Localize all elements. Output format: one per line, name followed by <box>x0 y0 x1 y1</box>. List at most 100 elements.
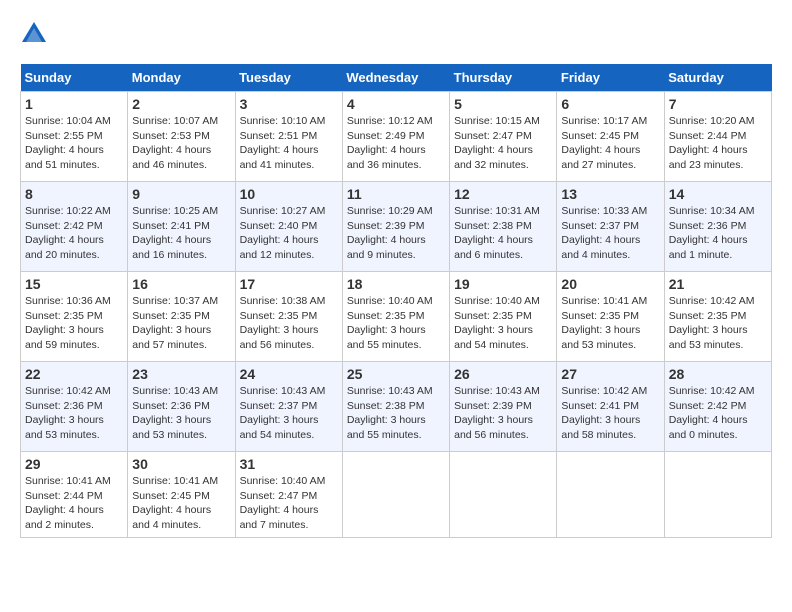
day-number: 14 <box>669 186 767 202</box>
day-number: 31 <box>240 456 338 472</box>
header-sunday: Sunday <box>21 64 128 92</box>
day-number: 2 <box>132 96 230 112</box>
day-info: Sunrise: 10:27 AMSunset: 2:40 PMDaylight… <box>240 204 338 263</box>
day-info: Sunrise: 10:20 AMSunset: 2:44 PMDaylight… <box>669 114 767 173</box>
calendar-cell: 15 Sunrise: 10:36 AMSunset: 2:35 PMDaylig… <box>21 272 128 362</box>
day-info: Sunrise: 10:40 AMSunset: 2:35 PMDaylight… <box>347 294 445 353</box>
day-info: Sunrise: 10:07 AMSunset: 2:53 PMDaylight… <box>132 114 230 173</box>
calendar-cell <box>557 452 664 538</box>
calendar-cell: 29 Sunrise: 10:41 AMSunset: 2:44 PMDaylig… <box>21 452 128 538</box>
calendar-week-row: 1 Sunrise: 10:04 AMSunset: 2:55 PMDayligh… <box>21 92 772 182</box>
day-info: Sunrise: 10:34 AMSunset: 2:36 PMDaylight… <box>669 204 767 263</box>
day-info: Sunrise: 10:15 AMSunset: 2:47 PMDaylight… <box>454 114 552 173</box>
day-number: 23 <box>132 366 230 382</box>
day-info: Sunrise: 10:43 AMSunset: 2:39 PMDaylight… <box>454 384 552 443</box>
calendar-cell: 22 Sunrise: 10:42 AMSunset: 2:36 PMDaylig… <box>21 362 128 452</box>
day-number: 1 <box>25 96 123 112</box>
day-number: 19 <box>454 276 552 292</box>
day-number: 12 <box>454 186 552 202</box>
calendar-cell: 21 Sunrise: 10:42 AMSunset: 2:35 PMDaylig… <box>664 272 771 362</box>
calendar-table: SundayMondayTuesdayWednesdayThursdayFrid… <box>20 64 772 538</box>
calendar-cell: 25 Sunrise: 10:43 AMSunset: 2:38 PMDaylig… <box>342 362 449 452</box>
day-info: Sunrise: 10:04 AMSunset: 2:55 PMDaylight… <box>25 114 123 173</box>
calendar-cell: 17 Sunrise: 10:38 AMSunset: 2:35 PMDaylig… <box>235 272 342 362</box>
calendar-cell: 9 Sunrise: 10:25 AMSunset: 2:41 PMDayligh… <box>128 182 235 272</box>
day-number: 10 <box>240 186 338 202</box>
day-info: Sunrise: 10:42 AMSunset: 2:35 PMDaylight… <box>669 294 767 353</box>
calendar-cell: 18 Sunrise: 10:40 AMSunset: 2:35 PMDaylig… <box>342 272 449 362</box>
day-number: 13 <box>561 186 659 202</box>
calendar-cell: 12 Sunrise: 10:31 AMSunset: 2:38 PMDaylig… <box>450 182 557 272</box>
day-number: 3 <box>240 96 338 112</box>
calendar-cell: 14 Sunrise: 10:34 AMSunset: 2:36 PMDaylig… <box>664 182 771 272</box>
day-info: Sunrise: 10:42 AMSunset: 2:41 PMDaylight… <box>561 384 659 443</box>
day-info: Sunrise: 10:22 AMSunset: 2:42 PMDaylight… <box>25 204 123 263</box>
day-number: 20 <box>561 276 659 292</box>
page-header <box>20 20 772 48</box>
calendar-week-row: 29 Sunrise: 10:41 AMSunset: 2:44 PMDaylig… <box>21 452 772 538</box>
day-info: Sunrise: 10:43 AMSunset: 2:38 PMDaylight… <box>347 384 445 443</box>
day-info: Sunrise: 10:41 AMSunset: 2:44 PMDaylight… <box>25 474 123 533</box>
day-number: 9 <box>132 186 230 202</box>
header-saturday: Saturday <box>664 64 771 92</box>
day-info: Sunrise: 10:42 AMSunset: 2:42 PMDaylight… <box>669 384 767 443</box>
day-number: 27 <box>561 366 659 382</box>
day-info: Sunrise: 10:40 AMSunset: 2:35 PMDaylight… <box>454 294 552 353</box>
header-friday: Friday <box>557 64 664 92</box>
day-info: Sunrise: 10:12 AMSunset: 2:49 PMDaylight… <box>347 114 445 173</box>
day-info: Sunrise: 10:31 AMSunset: 2:38 PMDaylight… <box>454 204 552 263</box>
day-info: Sunrise: 10:36 AMSunset: 2:35 PMDaylight… <box>25 294 123 353</box>
calendar-cell: 5 Sunrise: 10:15 AMSunset: 2:47 PMDayligh… <box>450 92 557 182</box>
logo <box>20 20 52 48</box>
day-info: Sunrise: 10:42 AMSunset: 2:36 PMDaylight… <box>25 384 123 443</box>
calendar-cell: 7 Sunrise: 10:20 AMSunset: 2:44 PMDayligh… <box>664 92 771 182</box>
day-info: Sunrise: 10:25 AMSunset: 2:41 PMDaylight… <box>132 204 230 263</box>
day-number: 29 <box>25 456 123 472</box>
calendar-cell: 24 Sunrise: 10:43 AMSunset: 2:37 PMDaylig… <box>235 362 342 452</box>
calendar-week-row: 15 Sunrise: 10:36 AMSunset: 2:35 PMDaylig… <box>21 272 772 362</box>
day-number: 7 <box>669 96 767 112</box>
header-wednesday: Wednesday <box>342 64 449 92</box>
header-thursday: Thursday <box>450 64 557 92</box>
calendar-cell <box>664 452 771 538</box>
calendar-cell: 20Sunrise: 10:41 AMSunset: 2:35 PMDaylig… <box>557 272 664 362</box>
day-number: 25 <box>347 366 445 382</box>
day-number: 8 <box>25 186 123 202</box>
day-number: 28 <box>669 366 767 382</box>
day-number: 22 <box>25 366 123 382</box>
calendar-cell: 8 Sunrise: 10:22 AMSunset: 2:42 PMDayligh… <box>21 182 128 272</box>
calendar-cell: 31 Sunrise: 10:40 AMSunset: 2:47 PMDaylig… <box>235 452 342 538</box>
calendar-cell: 1 Sunrise: 10:04 AMSunset: 2:55 PMDayligh… <box>21 92 128 182</box>
day-info: Sunrise: 10:17 AMSunset: 2:45 PMDaylight… <box>561 114 659 173</box>
day-number: 17 <box>240 276 338 292</box>
day-info: Sunrise: 10:40 AMSunset: 2:47 PMDaylight… <box>240 474 338 533</box>
calendar-cell: 28 Sunrise: 10:42 AMSunset: 2:42 PMDaylig… <box>664 362 771 452</box>
day-info: Sunrise: 10:41 AMSunset: 2:45 PMDaylight… <box>132 474 230 533</box>
day-number: 4 <box>347 96 445 112</box>
day-number: 21 <box>669 276 767 292</box>
calendar-cell: 23Sunrise: 10:43 AMSunset: 2:36 PMDaylig… <box>128 362 235 452</box>
day-info: Sunrise: 10:33 AMSunset: 2:37 PMDaylight… <box>561 204 659 263</box>
day-info: Sunrise: 10:38 AMSunset: 2:35 PMDaylight… <box>240 294 338 353</box>
day-number: 18 <box>347 276 445 292</box>
day-number: 24 <box>240 366 338 382</box>
calendar-cell: 16 Sunrise: 10:37 AMSunset: 2:35 PMDaylig… <box>128 272 235 362</box>
day-number: 26 <box>454 366 552 382</box>
calendar-cell: 10 Sunrise: 10:27 AMSunset: 2:40 PMDaylig… <box>235 182 342 272</box>
calendar-cell <box>342 452 449 538</box>
header-monday: Monday <box>128 64 235 92</box>
logo-icon <box>20 20 48 48</box>
calendar-cell: 13 Sunrise: 10:33 AMSunset: 2:37 PMDaylig… <box>557 182 664 272</box>
calendar-cell: 27 Sunrise: 10:42 AMSunset: 2:41 PMDaylig… <box>557 362 664 452</box>
day-number: 5 <box>454 96 552 112</box>
calendar-cell: 11Sunrise: 10:29 AMSunset: 2:39 PMDaylig… <box>342 182 449 272</box>
calendar-cell: 2 Sunrise: 10:07 AMSunset: 2:53 PMDayligh… <box>128 92 235 182</box>
day-number: 11 <box>347 186 445 202</box>
calendar-cell: 3Sunrise: 10:10 AMSunset: 2:51 PMDayligh… <box>235 92 342 182</box>
day-info: Sunrise: 10:43 AMSunset: 2:37 PMDaylight… <box>240 384 338 443</box>
calendar-cell: 6Sunrise: 10:17 AMSunset: 2:45 PMDayligh… <box>557 92 664 182</box>
day-number: 15 <box>25 276 123 292</box>
day-info: Sunrise: 10:37 AMSunset: 2:35 PMDaylight… <box>132 294 230 353</box>
day-number: 16 <box>132 276 230 292</box>
calendar-cell: 30Sunrise: 10:41 AMSunset: 2:45 PMDaylig… <box>128 452 235 538</box>
